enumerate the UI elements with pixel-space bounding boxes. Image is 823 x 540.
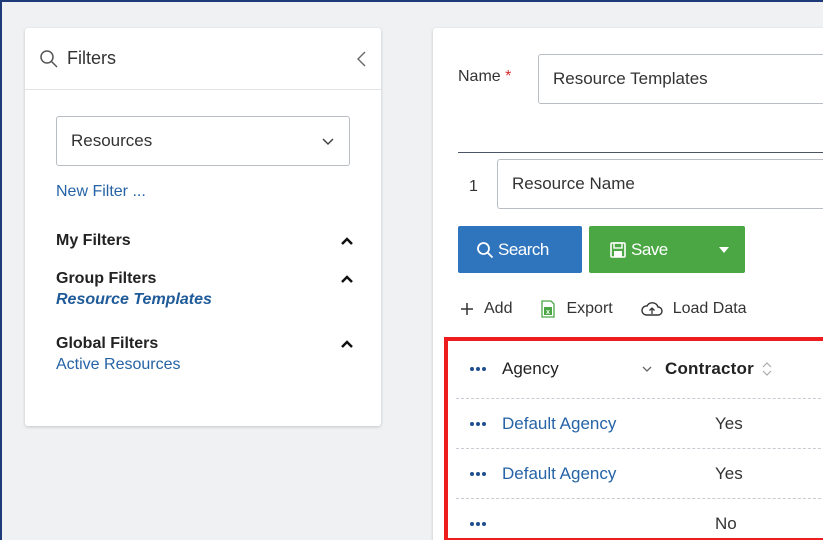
svg-text:x: x [547, 309, 551, 316]
filter-panel-title: Filters [67, 48, 116, 68]
sort-icon [762, 362, 772, 376]
new-filter-link[interactable]: New Filter ... [56, 183, 146, 201]
filter-panel-header: Filters [25, 28, 381, 90]
global-filters-section: Global Filters Active Resources [56, 335, 354, 374]
name-label: Name * [458, 68, 511, 86]
divider [458, 152, 823, 153]
name-input[interactable]: Resource Templates [538, 54, 823, 104]
my-filters-section: My Filters [56, 232, 354, 250]
row-number: 1 [469, 178, 478, 195]
column-header-contractor-label: Contractor [665, 359, 754, 378]
filter-type-value: Resources [71, 131, 153, 150]
more-dots-icon[interactable] [456, 367, 502, 371]
table-row: Default Agency Yes [456, 398, 823, 448]
save-button[interactable]: Save [589, 226, 745, 273]
chevron-down-icon [642, 366, 652, 372]
filter-type-select[interactable]: Resources [56, 116, 350, 166]
name-label-text: Name [458, 68, 501, 85]
table-row: No [456, 498, 823, 540]
load-data-label: Load Data [672, 300, 747, 317]
search-button[interactable]: Search [458, 226, 582, 273]
export-button[interactable]: x Export [540, 300, 613, 318]
export-label: Export [566, 300, 613, 317]
search-icon [477, 241, 494, 258]
more-dots-icon[interactable] [456, 521, 502, 526]
contractor-cell: Yes [715, 413, 743, 433]
required-marker: * [505, 68, 512, 85]
save-dropdown-toggle[interactable] [703, 246, 745, 254]
add-label: Add [484, 300, 513, 317]
load-data-button[interactable]: Load Data [641, 300, 747, 318]
agency-cell[interactable]: Default Agency [502, 414, 665, 434]
table-row: Default Agency Yes [456, 448, 823, 498]
plus-icon [461, 303, 473, 315]
caret-down-icon [719, 246, 729, 253]
caret-up-icon[interactable] [340, 236, 354, 246]
group-filters-label: Group Filters [56, 270, 157, 287]
caret-up-icon[interactable] [340, 339, 354, 349]
add-button[interactable]: Add [460, 300, 512, 318]
contractor-cell: Yes [715, 463, 743, 483]
filter-item-active-resources[interactable]: Active Resources [56, 356, 354, 374]
excel-icon: x [541, 300, 556, 318]
column-header-agency-label: Agency [502, 359, 559, 378]
filter-item-resource-templates[interactable]: Resource Templates [56, 291, 354, 309]
caret-up-icon[interactable] [340, 274, 354, 284]
my-filters-label: My Filters [56, 232, 131, 249]
agency-cell[interactable]: Default Agency [502, 464, 665, 484]
search-button-label: Search [498, 239, 549, 259]
search-icon [40, 49, 58, 68]
cloud-upload-icon [641, 302, 663, 316]
column-header-contractor[interactable]: Contractor [665, 359, 774, 379]
global-filters-label: Global Filters [56, 335, 159, 352]
column-header-agency[interactable]: Agency [502, 359, 665, 379]
results-grid: Agency Contractor Default Agency Yes Def… [456, 340, 823, 540]
grid-toolbar: Add x Export Load Data [460, 300, 775, 318]
more-dots-icon[interactable] [456, 471, 502, 476]
contractor-cell: No [715, 513, 737, 533]
save-button-label: Save [631, 239, 668, 259]
save-icon [610, 241, 626, 258]
chevron-down-icon [322, 138, 334, 146]
more-dots-icon[interactable] [456, 421, 502, 426]
grid-header-row: Agency Contractor [456, 340, 823, 398]
filter-panel: Filters Resources New Filter ... My Filt… [25, 28, 381, 426]
criteria-field-input[interactable]: Resource Name [497, 159, 823, 209]
collapse-chevron-icon[interactable] [355, 50, 367, 68]
group-filters-section: Group Filters Resource Templates [56, 270, 354, 309]
